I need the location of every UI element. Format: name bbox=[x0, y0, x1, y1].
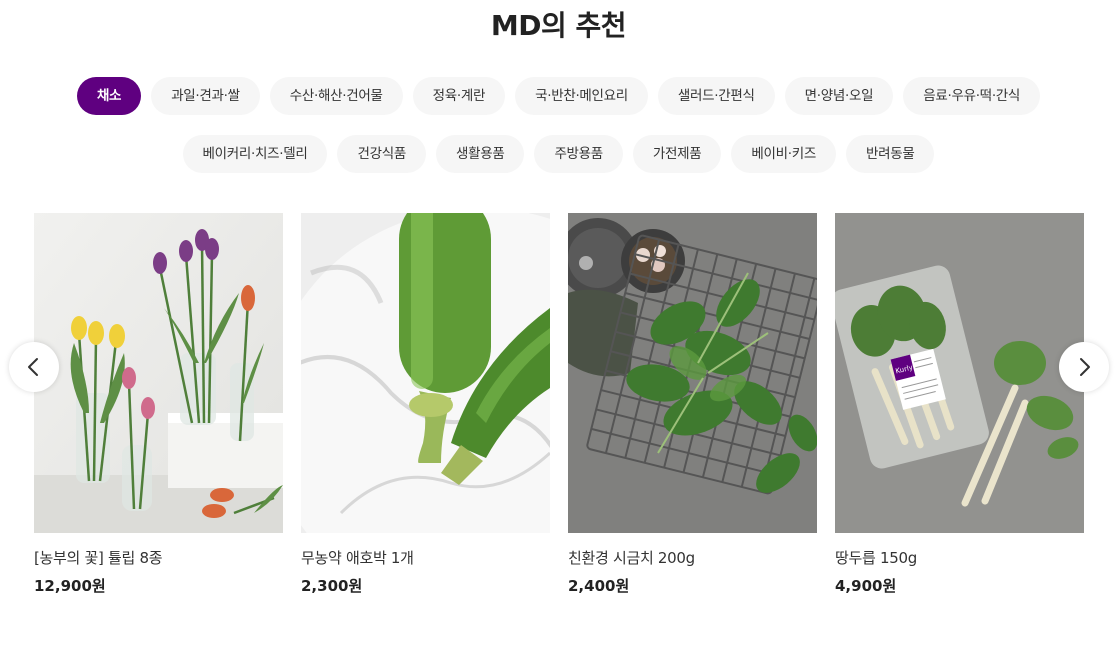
category-chip-noodle-sauce-oil[interactable]: 면·양념·오일 bbox=[784, 77, 894, 115]
category-chip-row-1: 채소 과일·견과·쌀 수산·해산·건어물 정육·계란 국·반찬·메인요리 샐러드… bbox=[0, 77, 1117, 115]
product-price: 2,300원 bbox=[301, 577, 363, 595]
carousel-next-button[interactable] bbox=[1059, 342, 1109, 392]
category-chip-drinks-snacks[interactable]: 음료·우유·떡·간식 bbox=[903, 77, 1041, 115]
product-name[interactable]: [농부의 꽃] 튤립 8종 bbox=[34, 547, 283, 569]
category-chip-seafood[interactable]: 수산·해산·건어물 bbox=[269, 77, 403, 115]
category-chip-health-food[interactable]: 건강식품 bbox=[337, 135, 426, 173]
product-card[interactable]: Kurly 땅두릅 150g 4,900원 bbox=[835, 213, 1084, 597]
category-chip-kitchen[interactable]: 주방용품 bbox=[534, 135, 623, 173]
category-chip-vegetables[interactable]: 채소 bbox=[76, 77, 142, 115]
category-chip-meat-eggs[interactable]: 정육·계란 bbox=[412, 77, 506, 115]
product-name[interactable]: 땅두릅 150g bbox=[835, 547, 1084, 569]
product-card[interactable]: [농부의 꽃] 튤립 8종 12,900원 bbox=[34, 213, 283, 597]
category-chip-row-2: 베이커리·치즈·델리 건강식품 생활용품 주방용품 가전제품 베이비·키즈 반려… bbox=[0, 135, 1117, 173]
category-chip-bakery-cheese-deli[interactable]: 베이커리·치즈·델리 bbox=[182, 135, 328, 173]
product-image-tulips[interactable] bbox=[34, 213, 283, 533]
chevron-left-icon bbox=[28, 358, 38, 376]
product-price: 2,400원 bbox=[568, 577, 630, 595]
product-card[interactable]: 친환경 시금치 200g 2,400원 bbox=[568, 213, 817, 597]
category-chip-appliances[interactable]: 가전제품 bbox=[632, 135, 722, 173]
product-carousel: [농부의 꽃] 튤립 8종 12,900원 무농약 애호박 1개 2,300원 … bbox=[34, 213, 1084, 597]
product-name[interactable]: 무농약 애호박 1개 bbox=[301, 547, 550, 569]
product-price: 12,900원 bbox=[34, 577, 106, 595]
product-name[interactable]: 친환경 시금치 200g bbox=[568, 547, 817, 569]
category-chip-soup-sidedish[interactable]: 국·반찬·메인요리 bbox=[515, 77, 648, 115]
product-card[interactable]: 무농약 애호박 1개 2,300원 bbox=[301, 213, 550, 597]
product-image-zucchini[interactable] bbox=[301, 213, 550, 533]
category-chip-household[interactable]: 생활용품 bbox=[435, 135, 525, 173]
product-price: 4,900원 bbox=[835, 577, 897, 595]
section-title: MD의 추천 bbox=[490, 9, 627, 42]
category-chip-salad-convenience[interactable]: 샐러드·간편식 bbox=[657, 77, 775, 115]
product-image-aralia[interactable]: Kurly bbox=[835, 213, 1084, 533]
category-chip-fruit-nuts-rice[interactable]: 과일·견과·쌀 bbox=[151, 77, 260, 115]
carousel-prev-button[interactable] bbox=[9, 342, 59, 392]
product-image-spinach[interactable] bbox=[568, 213, 817, 533]
category-chip-pets[interactable]: 반려동물 bbox=[846, 135, 935, 173]
chevron-right-icon bbox=[1080, 358, 1090, 376]
category-chip-baby-kids[interactable]: 베이비·키즈 bbox=[731, 135, 836, 173]
